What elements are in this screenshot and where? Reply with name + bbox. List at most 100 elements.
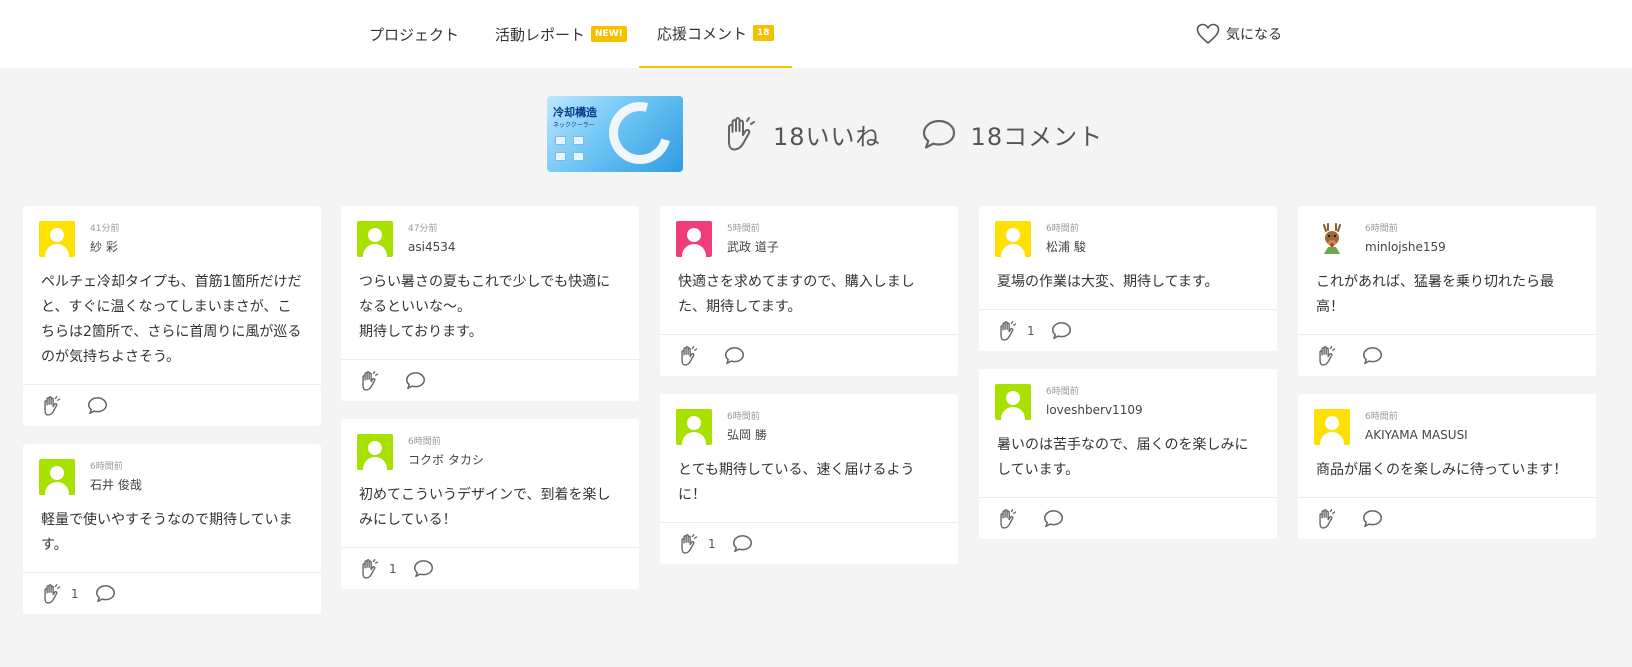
comment-header: 6時間前松浦 駿 [979, 206, 1277, 258]
feature-icon [573, 152, 584, 161]
tab-project-label: プロジェクト [369, 25, 460, 44]
reply-button[interactable] [1051, 321, 1072, 340]
commenter-name[interactable]: コクボ タカシ [408, 451, 484, 469]
avatar[interactable] [357, 221, 393, 257]
comment-icon [405, 372, 426, 390]
tab-activity-report[interactable]: 活動レポート NEW! [495, 0, 627, 68]
comment-card: 6時間前 AKIYAMA MASUSI 商品が届くのを楽しみに待っています！ [1298, 394, 1596, 539]
favorite-button[interactable]: 気になる [1196, 0, 1282, 68]
reply-button[interactable] [1362, 346, 1383, 365]
like-button[interactable] [1316, 508, 1338, 530]
avatar-head [1006, 391, 1020, 405]
avatar[interactable] [1314, 409, 1350, 445]
comment-text: これがあれば、猛暑を乗り切れたら最高！ [1316, 274, 1554, 315]
avatar-body [363, 244, 387, 257]
comment-actions [660, 334, 958, 376]
product-image-subtext: ネッククーラー [553, 122, 595, 129]
comment-header: 47分前 asi4534 [341, 206, 639, 258]
like-button[interactable] [41, 395, 63, 417]
clap-icon [728, 117, 755, 151]
avatar-body [682, 432, 706, 445]
clap-icon [1319, 508, 1336, 529]
comment-card: 6時間前 弘岡 勝とても期待している、速く届けるように！ 1 [660, 394, 958, 564]
avatar[interactable] [995, 221, 1031, 257]
comment-time: 6時間前 [727, 412, 760, 422]
clap-icon [362, 558, 379, 579]
comment-meta: 41分前紗 彩 [90, 222, 119, 256]
comment-text: 快適さを求めてますので、購入しました、期待してます。 [678, 274, 915, 315]
like-button[interactable] [678, 345, 700, 367]
avatar-body [682, 244, 706, 257]
comment-actions [1298, 334, 1596, 376]
commenter-name[interactable]: loveshberv1109 [1046, 401, 1143, 419]
feature-icon [555, 152, 566, 161]
avatar[interactable] [1314, 221, 1350, 257]
tab-support-comments[interactable]: 応援コメント 18 [639, 0, 792, 68]
new-badge: NEW! [591, 26, 627, 42]
comment-meta: 6時間前弘岡 勝 [727, 410, 767, 444]
reply-button[interactable] [87, 396, 108, 415]
avatar-head [687, 416, 701, 430]
like-count: 1 [708, 536, 716, 551]
avatar[interactable] [39, 459, 75, 495]
like-button[interactable] [1316, 345, 1338, 367]
avatar-head [50, 466, 64, 480]
avatar[interactable] [39, 221, 75, 257]
reply-button[interactable] [724, 346, 745, 365]
commenter-name[interactable]: 紗 彩 [90, 238, 119, 256]
commenter-name[interactable]: 武政 道子 [727, 238, 779, 256]
avatar-head [1006, 228, 1020, 242]
product-thumbnail[interactable]: 冷却構造 ネッククーラー [547, 96, 683, 172]
reply-button[interactable] [405, 371, 426, 390]
like-button[interactable]: 1 [997, 320, 1035, 342]
avatar[interactable] [357, 434, 393, 470]
commenter-name[interactable]: 松浦 駿 [1046, 238, 1086, 256]
comment-count-badge: 18 [753, 25, 774, 41]
avatar-body [45, 244, 69, 257]
commenter-name[interactable]: minlojshe159 [1365, 238, 1446, 256]
like-button[interactable]: 1 [359, 558, 397, 580]
comment-header: 6時間前 minlojshe159 [1298, 206, 1596, 258]
commenter-name[interactable]: asi4534 [408, 238, 455, 256]
comment-time: 6時間前 [1046, 224, 1079, 234]
reply-button[interactable] [413, 559, 434, 578]
reply-button[interactable] [1362, 509, 1383, 528]
like-button[interactable]: 1 [41, 583, 79, 605]
like-button[interactable]: 1 [678, 533, 716, 555]
avatar[interactable] [995, 384, 1031, 420]
clap-icon [44, 583, 61, 604]
comment-text: 商品が届くのを楽しみに待っています！ [1316, 462, 1568, 478]
comment-header: 6時間前 コクボ タカシ [341, 419, 639, 471]
comment-actions [23, 384, 321, 426]
avatar-head [368, 441, 382, 455]
like-button[interactable] [359, 370, 381, 392]
like-button[interactable] [997, 508, 1019, 530]
reply-button[interactable] [95, 584, 116, 603]
comment-summary: 冷却構造 ネッククーラー 18いいね 18コメント [547, 96, 1103, 172]
clap-icon [1000, 320, 1017, 341]
like-count: 1 [1027, 323, 1035, 338]
avatar-head [368, 228, 382, 242]
reply-button[interactable] [1043, 509, 1064, 528]
comment-card: 6時間前 loveshberv1109 暑いのは苦手なので、届くのを楽しみにしていま… [979, 369, 1277, 539]
comment-actions [1298, 497, 1596, 539]
tab-project[interactable]: プロジェクト [369, 0, 459, 68]
avatar[interactable] [676, 409, 712, 445]
commenter-name[interactable]: 弘岡 勝 [727, 426, 767, 444]
comment-meta: 5時間前 武政 道子 [727, 222, 779, 256]
comment-column: 6時間前 minlojshe159 これがあれば、猛暑を乗り切れたら最高！ 6時間前 A… [1298, 206, 1596, 557]
comment-header: 6時間前 石井 俊哉 [23, 444, 321, 496]
comment-card: 6時間前 コクボ タカシ 初めてこういうデザインで、到着を楽しみにしている！ 1 [341, 419, 639, 589]
comment-icon [1362, 347, 1383, 365]
comment-meta: 6時間前 loveshberv1109 [1046, 385, 1143, 419]
avatar[interactable] [676, 221, 712, 257]
reply-button[interactable] [732, 534, 753, 553]
comment-time: 47分前 [408, 224, 438, 234]
comment-header: 5時間前 武政 道子 [660, 206, 958, 258]
commenter-name[interactable]: AKIYAMA MASUSI [1365, 426, 1468, 444]
clap-icon [44, 395, 61, 416]
commenter-name[interactable]: 石井 俊哉 [90, 476, 142, 494]
comment-time: 6時間前 [1365, 224, 1398, 234]
comment-column: 47分前 asi4534 つらい暑さの夏もこれで少しでも快適になるといいな〜。 期待… [341, 206, 639, 607]
comment-time: 6時間前 [1365, 412, 1398, 422]
